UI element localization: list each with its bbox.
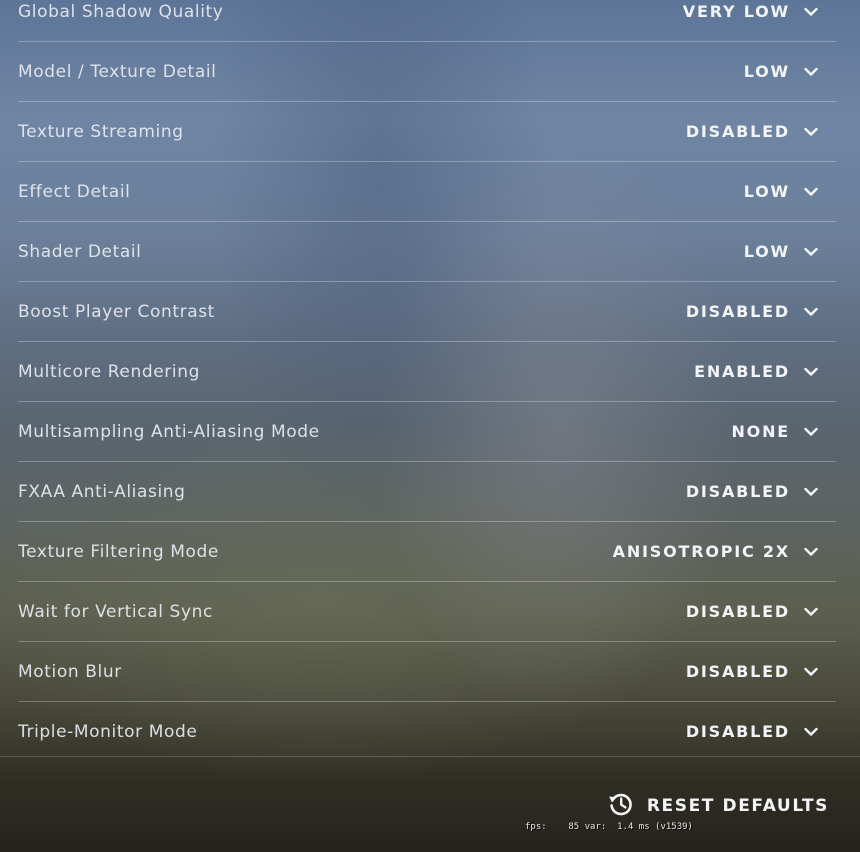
setting-row-texture-streaming: Texture Streaming DISABLED	[18, 102, 836, 162]
setting-value: DISABLED	[685, 662, 790, 681]
footer-divider	[0, 756, 860, 757]
setting-value: DISABLED	[685, 482, 790, 501]
setting-label: Boost Player Contrast	[18, 302, 215, 322]
setting-value: LOW	[743, 62, 790, 81]
setting-value: NONE	[731, 422, 790, 441]
setting-label: Multicore Rendering	[18, 362, 200, 382]
setting-label: Texture Streaming	[18, 122, 184, 142]
setting-dropdown[interactable]: ENABLED	[694, 362, 818, 382]
chevron-down-icon	[804, 727, 818, 737]
setting-label: Wait for Vertical Sync	[18, 602, 213, 622]
setting-dropdown[interactable]: LOW	[744, 182, 818, 202]
settings-list: Global Shadow Quality VERY LOW Model / T…	[18, 0, 836, 761]
setting-dropdown[interactable]: DISABLED	[686, 722, 818, 742]
setting-value: LOW	[743, 182, 790, 201]
setting-value: LOW	[743, 242, 790, 261]
setting-dropdown[interactable]: LOW	[744, 62, 818, 82]
setting-value: DISABLED	[685, 302, 790, 321]
setting-dropdown[interactable]: LOW	[744, 242, 818, 262]
setting-row-global-shadow-quality: Global Shadow Quality VERY LOW	[18, 0, 836, 42]
chevron-down-icon	[804, 427, 818, 437]
history-icon	[607, 790, 635, 822]
setting-row-msaa-mode: Multisampling Anti-Aliasing Mode NONE	[18, 402, 836, 462]
chevron-down-icon	[804, 487, 818, 497]
setting-value: ANISOTROPIC 2X	[612, 542, 790, 561]
setting-dropdown[interactable]: VERY LOW	[683, 2, 818, 22]
chevron-down-icon	[804, 667, 818, 677]
setting-row-fxaa: FXAA Anti-Aliasing DISABLED	[18, 462, 836, 522]
setting-dropdown[interactable]: DISABLED	[686, 602, 818, 622]
setting-dropdown[interactable]: DISABLED	[686, 482, 818, 502]
setting-dropdown[interactable]: DISABLED	[686, 122, 818, 142]
chevron-down-icon	[804, 547, 818, 557]
setting-label: Texture Filtering Mode	[18, 542, 219, 562]
setting-row-boost-player-contrast: Boost Player Contrast DISABLED	[18, 282, 836, 342]
chevron-down-icon	[804, 67, 818, 77]
chevron-down-icon	[804, 367, 818, 377]
setting-label: Model / Texture Detail	[18, 62, 217, 82]
setting-label: Global Shadow Quality	[18, 2, 224, 22]
setting-value: VERY LOW	[682, 2, 790, 21]
setting-dropdown[interactable]: DISABLED	[686, 302, 818, 322]
setting-value: DISABLED	[685, 602, 790, 621]
setting-dropdown[interactable]: DISABLED	[686, 662, 818, 682]
chevron-down-icon	[804, 247, 818, 257]
setting-row-triple-monitor-mode: Triple-Monitor Mode DISABLED	[18, 702, 836, 761]
setting-value: ENABLED	[694, 362, 790, 381]
chevron-down-icon	[804, 127, 818, 137]
setting-row-motion-blur: Motion Blur DISABLED	[18, 642, 836, 702]
setting-label: Shader Detail	[18, 242, 142, 262]
chevron-down-icon	[804, 187, 818, 197]
fps-readout: fps: 85 var: 1.4 ms (v1539)	[525, 822, 693, 832]
setting-label: FXAA Anti-Aliasing	[18, 482, 186, 502]
chevron-down-icon	[804, 307, 818, 317]
chevron-down-icon	[804, 607, 818, 617]
setting-label: Motion Blur	[18, 662, 122, 682]
reset-defaults-button[interactable]: RESET DEFAULTS	[607, 791, 829, 821]
setting-label: Multisampling Anti-Aliasing Mode	[18, 422, 320, 442]
setting-label: Triple-Monitor Mode	[18, 722, 198, 742]
chevron-down-icon	[804, 7, 818, 17]
setting-label: Effect Detail	[18, 182, 131, 202]
setting-value: DISABLED	[685, 122, 790, 141]
setting-dropdown[interactable]: ANISOTROPIC 2X	[613, 542, 818, 562]
setting-dropdown[interactable]: NONE	[731, 422, 818, 442]
reset-defaults-label: RESET DEFAULTS	[646, 796, 829, 816]
setting-row-model-texture-detail: Model / Texture Detail LOW	[18, 42, 836, 102]
setting-row-effect-detail: Effect Detail LOW	[18, 162, 836, 222]
setting-row-shader-detail: Shader Detail LOW	[18, 222, 836, 282]
setting-value: DISABLED	[685, 722, 790, 741]
setting-row-multicore-rendering: Multicore Rendering ENABLED	[18, 342, 836, 402]
setting-row-texture-filtering-mode: Texture Filtering Mode ANISOTROPIC 2X	[18, 522, 836, 582]
setting-row-vertical-sync: Wait for Vertical Sync DISABLED	[18, 582, 836, 642]
